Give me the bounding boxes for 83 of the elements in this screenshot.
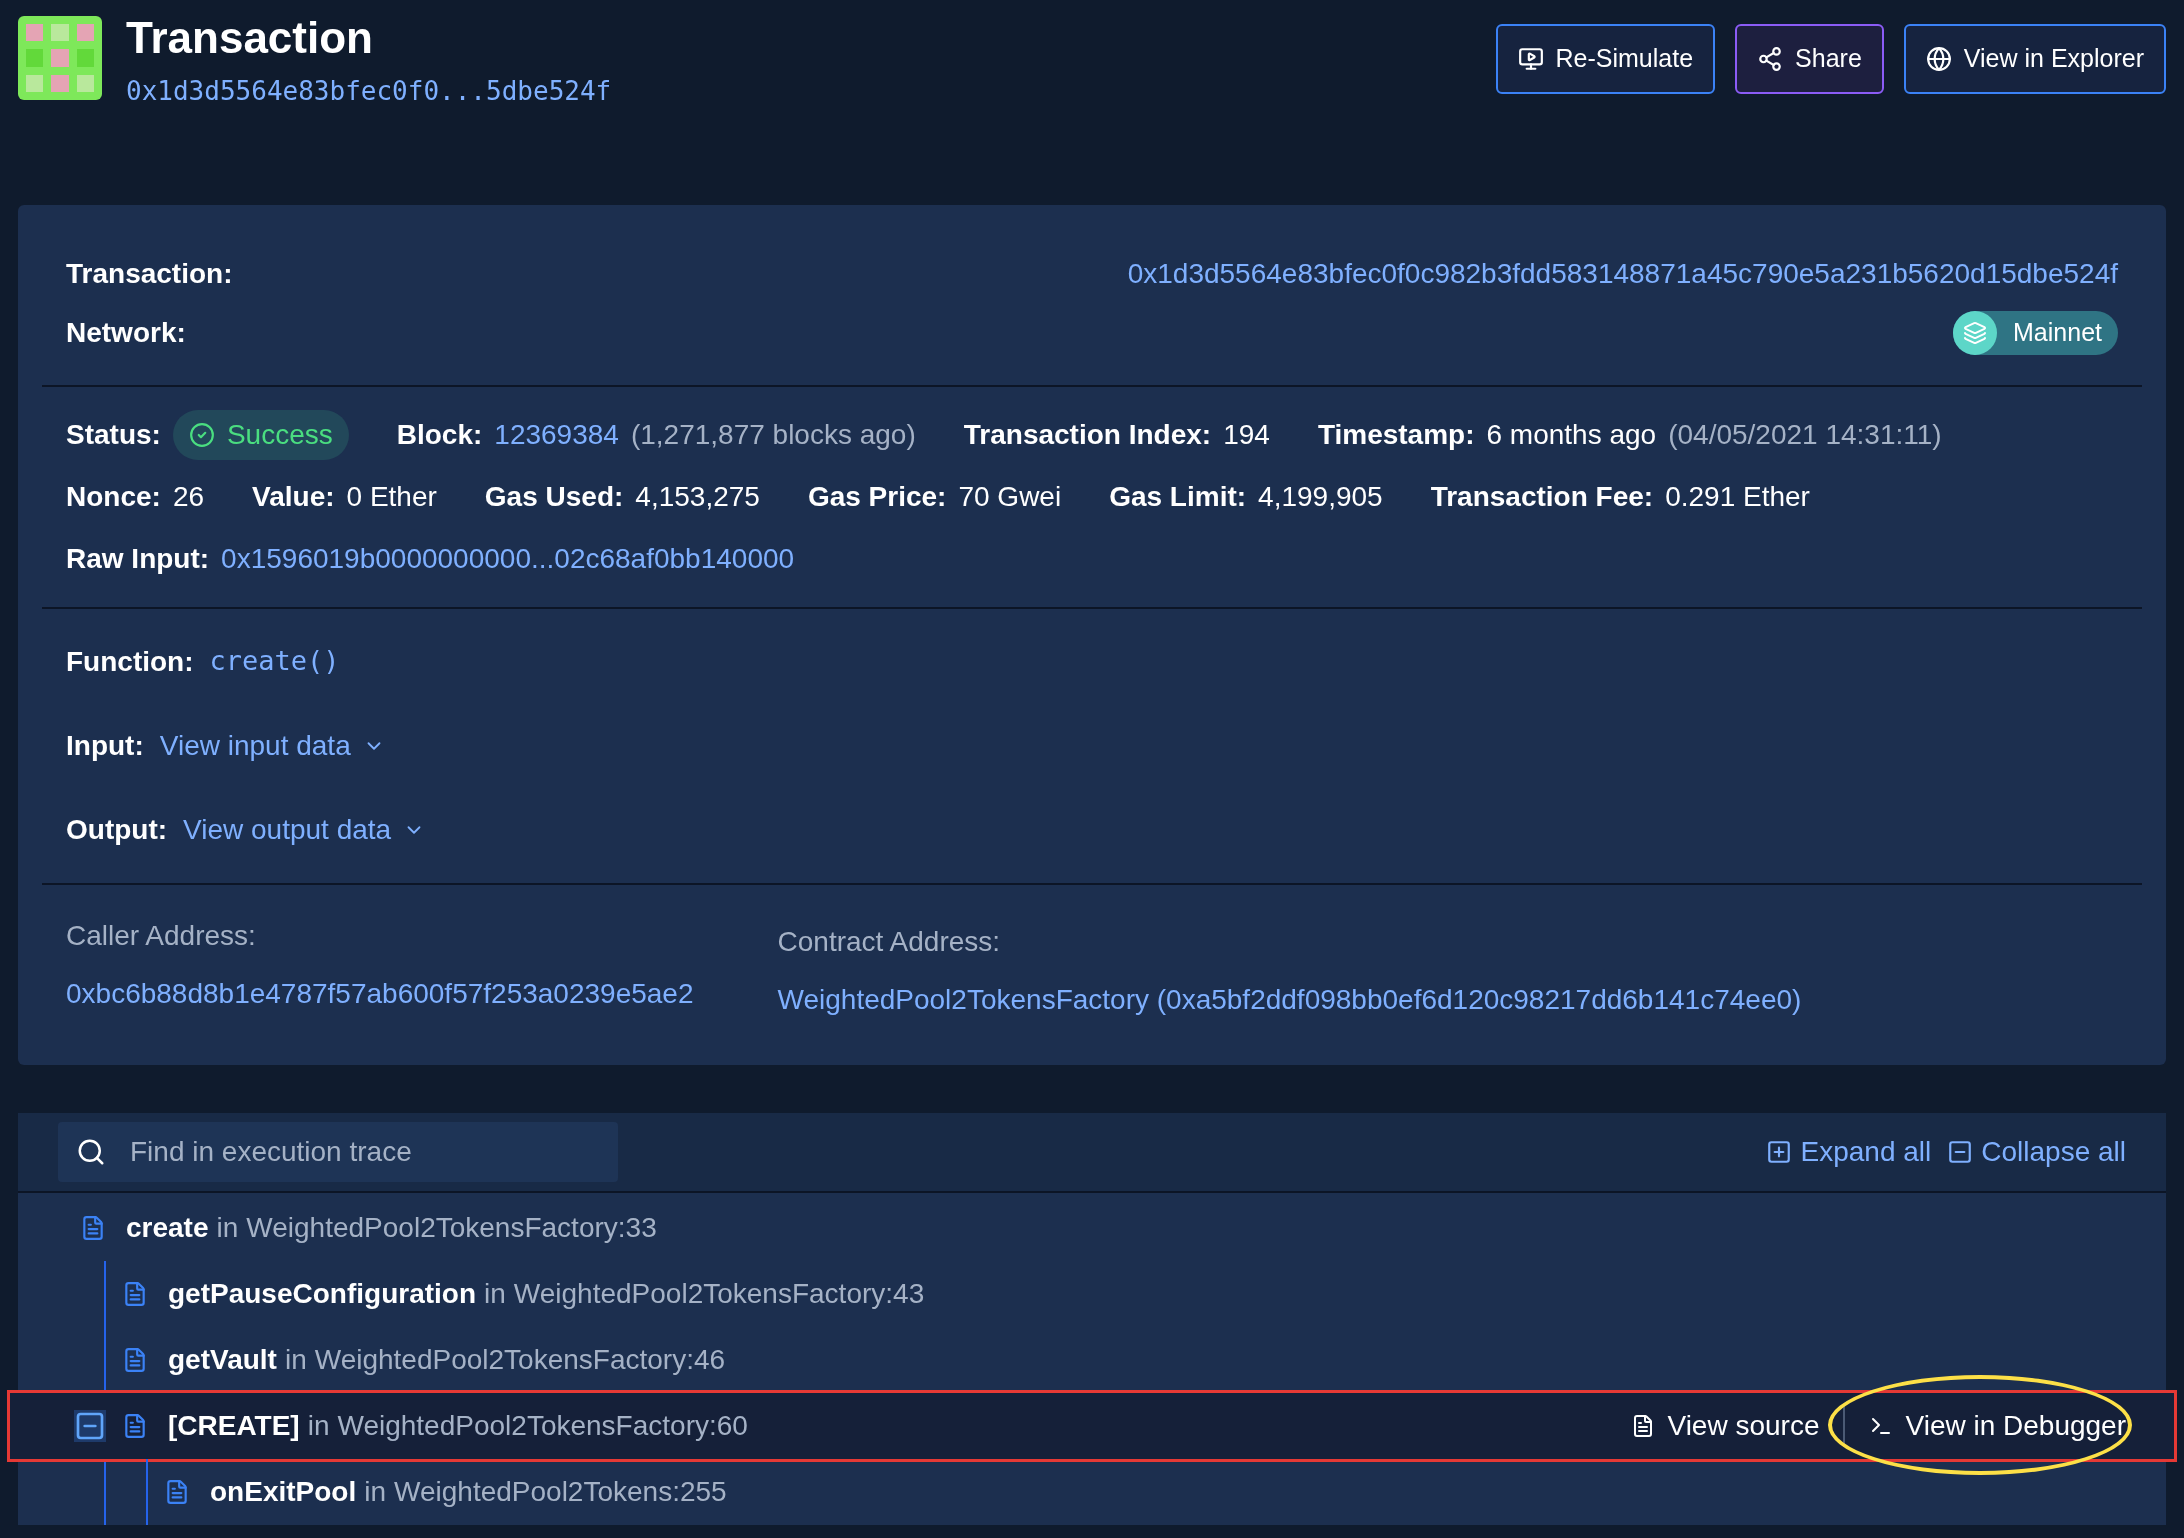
minus-square-icon [1947, 1139, 1974, 1165]
field-label: Status: [66, 418, 161, 452]
field-value: 0.291 Ether [1665, 480, 1810, 514]
field-label: Block: [396, 418, 483, 452]
field-value: 4,153,275 [635, 480, 760, 514]
call-name: [CREATE] [168, 1409, 300, 1443]
trace-row[interactable]: onExitPool in WeightedPool2Tokens:255 [18, 1459, 2166, 1525]
call-location: WeightedPool2Tokens:255 [394, 1475, 727, 1509]
field-label: Caller Address: [66, 919, 257, 953]
expand-all-button[interactable]: Expand all [1766, 1131, 1932, 1173]
field-value: 6 months ago [1486, 418, 1657, 452]
field-value: 0 Ether [346, 480, 437, 514]
field-label: Output: [66, 813, 168, 847]
highlighted-trace-row[interactable]: [CREATE] in WeightedPool2TokensFactory:60 View source View in Debugger [10, 1393, 2174, 1459]
field-label: Raw Input: [66, 542, 210, 576]
trace-row[interactable]: getVault in WeightedPool2TokensFactory:46 [18, 1327, 2166, 1393]
call-location: WeightedPool2TokensFactory:60 [337, 1409, 748, 1443]
file-icon [122, 1281, 148, 1307]
globe-icon [1925, 46, 1952, 72]
page-title: Transaction [126, 16, 374, 60]
field-label: Transaction Fee: [1430, 480, 1654, 514]
field-note: (04/05/2021 14:31:11) [1668, 418, 1942, 452]
network-badge: Mainnet [1953, 311, 2118, 355]
share-button[interactable]: Share [1735, 24, 1884, 94]
call-location: WeightedPool2TokensFactory:43 [513, 1277, 925, 1311]
plus-square-icon [1766, 1139, 1793, 1165]
trace-row[interactable]: create in WeightedPool2TokensFactory:33 [18, 1195, 2166, 1261]
view-input-dropdown[interactable]: View input data [159, 725, 385, 767]
view-source-button[interactable]: View source [1631, 1405, 1846, 1447]
field-value: 194 [1223, 418, 1270, 452]
field-link[interactable]: 12369384 [494, 414, 619, 456]
call-location: WeightedPool2TokensFactory:33 [246, 1211, 657, 1245]
field-link[interactable]: 0x1596019b0000000000...02c68af0bb140000 [221, 538, 795, 580]
field-label: Function: [66, 645, 194, 679]
function-name: create() [209, 644, 340, 678]
call-in: in [364, 1475, 387, 1509]
field-label: Input: [66, 729, 144, 763]
field-label: Gas Limit: [1109, 480, 1247, 514]
call-in: in [484, 1277, 506, 1311]
call-in: in [284, 1343, 307, 1377]
collapse-all-button[interactable]: Collapse all [1947, 1131, 2126, 1173]
field-label: Timestamp: [1317, 418, 1475, 452]
status-badge: Success [172, 410, 349, 460]
collapse-toggle-icon[interactable] [74, 1410, 106, 1442]
view-debugger-button[interactable]: View in Debugger [1869, 1405, 2126, 1447]
field-label: Nonce: [66, 480, 161, 514]
layers-icon [1963, 321, 1988, 345]
trace-row[interactable]: getPauseConfiguration in WeightedPool2TokensFactory:43 [18, 1261, 2166, 1327]
check-icon [188, 422, 215, 448]
file-icon [122, 1347, 148, 1373]
search-field[interactable]: Find in execution trace [58, 1122, 618, 1182]
monitor-icon [1517, 46, 1544, 72]
call-name: create [126, 1211, 209, 1245]
search-icon [76, 1137, 106, 1167]
caller-address-link[interactable]: 0xbc6b88d8b1e4787f57ab600f57f253a0239e5ae2 [66, 973, 694, 1015]
call-name: getPauseConfiguration [168, 1277, 476, 1311]
explorer-button[interactable]: View in Explorer [1903, 24, 2166, 94]
field-label: Transaction: [66, 257, 233, 291]
field-note: (1,271,877 blocks ago) [630, 418, 916, 452]
transaction-link[interactable]: 0x1d3d5564e83bfec0f0c982b3fdd583148871a45c790e5a231b5620d15dbe524f [1127, 253, 2118, 295]
call-in: in [216, 1211, 239, 1245]
field-label: Value: [252, 480, 335, 514]
identicon [18, 16, 102, 100]
view-output-dropdown[interactable]: View output data [183, 809, 426, 851]
contract-address-link[interactable]: WeightedPool2TokensFactory (0xa5bf2ddf098bb0ef6d120c98217dd6b141c74ee0) [777, 979, 1802, 1021]
field-label: Gas Used: [484, 480, 624, 514]
field-label: Gas Price: [807, 480, 947, 514]
field-value: 70 Gwei [958, 480, 1062, 514]
file-icon [122, 1413, 148, 1439]
field-label: Network: [66, 316, 186, 350]
field-value: 4,199,905 [1258, 480, 1383, 514]
call-in: in [307, 1409, 330, 1443]
field-label: Contract Address: [777, 925, 1002, 959]
resimulate-button[interactable]: Re-Simulate [1495, 24, 1716, 94]
call-location: WeightedPool2TokensFactory:46 [314, 1343, 726, 1377]
transaction-hash: 0x1d3d5564e83bfec0f0...5dbe524f [126, 75, 612, 108]
share-icon [1757, 46, 1784, 72]
field-value: 26 [172, 480, 205, 514]
file-icon [164, 1479, 190, 1505]
file-icon [80, 1215, 106, 1241]
field-label: Transaction Index: [963, 418, 1212, 452]
call-name: onExitPool [210, 1475, 357, 1509]
call-name: getVault [168, 1343, 277, 1377]
